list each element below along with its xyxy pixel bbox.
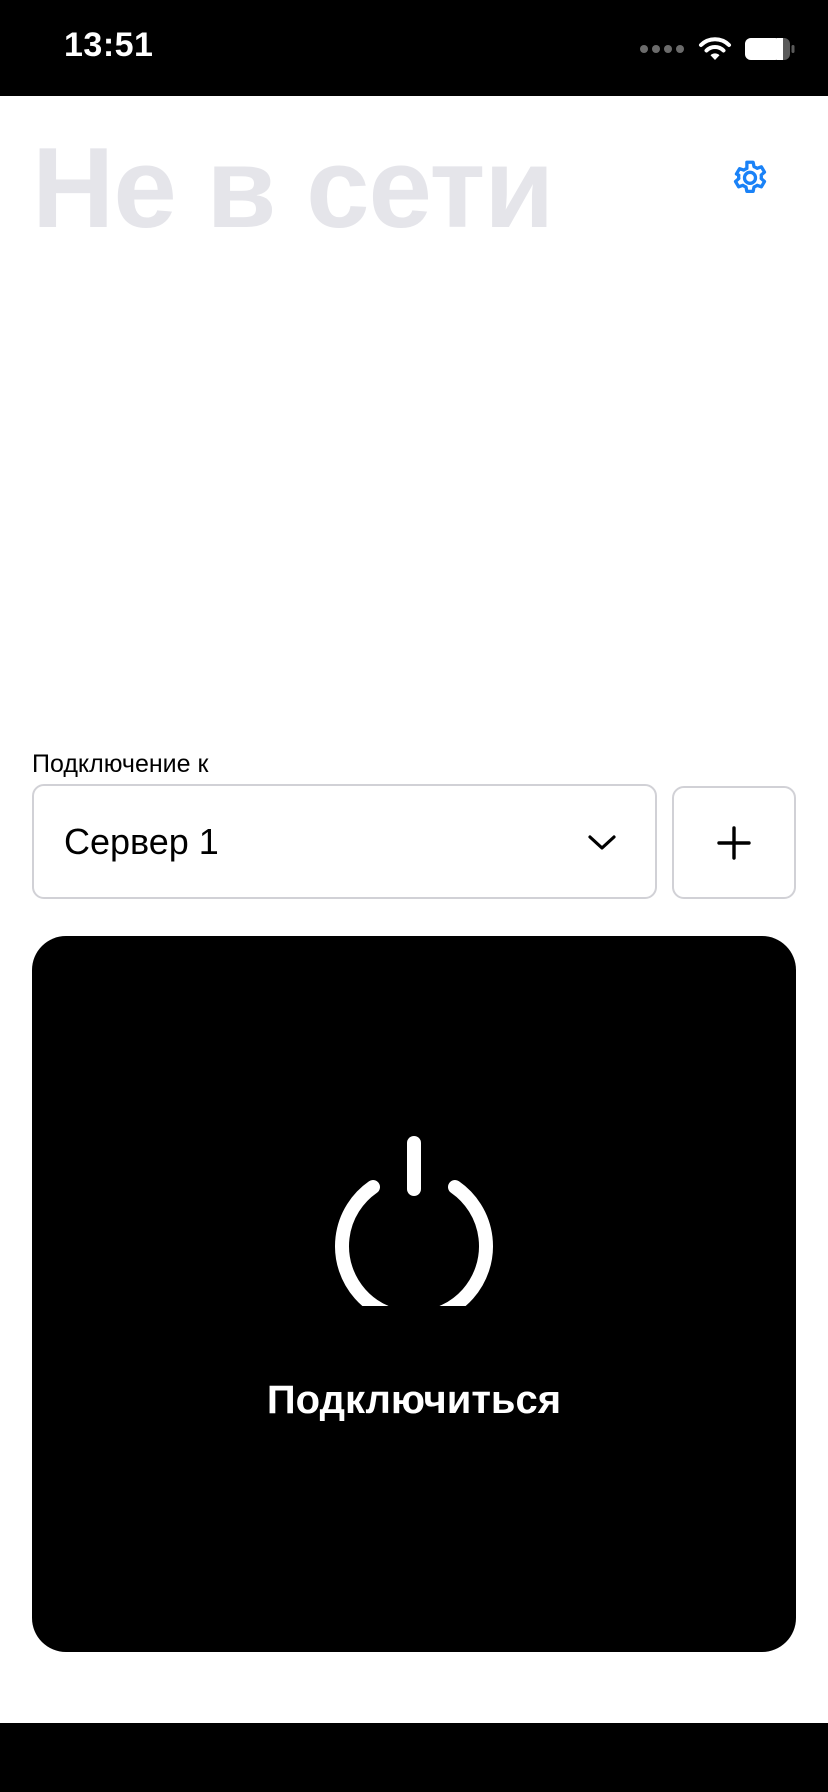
page-title: Не в сети (32, 125, 554, 252)
status-bar: 13:51 (0, 0, 828, 96)
app-screen: 13:51 Не в сети Подключение к Сервер 1 П… (0, 0, 828, 1792)
battery-icon (745, 38, 795, 60)
connect-button-label: Подключиться (266, 1378, 562, 1422)
server-select-value: Сервер 1 (64, 820, 219, 862)
connect-button[interactable]: Подключиться (32, 936, 796, 1652)
signal-dots-icon (640, 45, 684, 53)
plus-icon (717, 825, 751, 860)
status-icons (640, 34, 796, 64)
add-server-button[interactable] (672, 786, 796, 899)
gear-icon (733, 160, 767, 194)
main-content: Не в сети Подключение к Сервер 1 Подключ… (0, 96, 828, 1723)
power-icon (335, 1136, 493, 1306)
chevron-down-icon (588, 834, 616, 850)
connection-label: Подключение к (32, 750, 209, 778)
server-select[interactable]: Сервер 1 (32, 784, 657, 899)
settings-button[interactable] (722, 150, 778, 206)
home-indicator-area (0, 1723, 828, 1792)
wifi-icon (699, 37, 731, 60)
status-time: 13:51 (64, 26, 154, 64)
